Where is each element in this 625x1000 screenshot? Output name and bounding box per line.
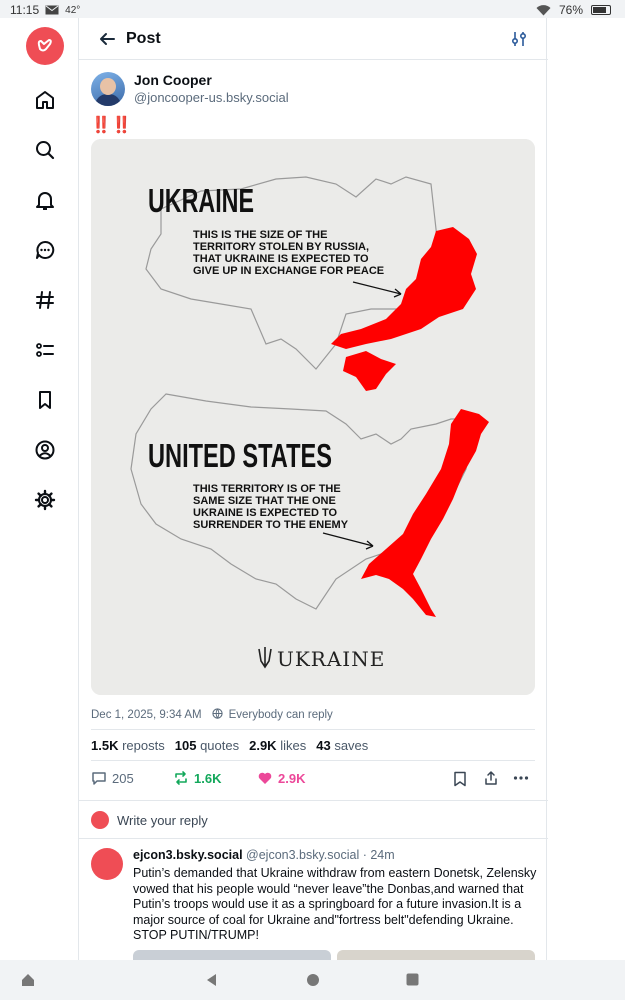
post-stats: 1.5K reposts 105 quotes 2.9K likes 43 sa… (91, 738, 368, 753)
caption-1-line-4: GIVE UP IN EXCHANGE FOR PEACE (193, 265, 384, 277)
caption-2-line-4: SURRENDER TO THE ENEMY (193, 519, 349, 531)
avatar[interactable] (91, 848, 123, 880)
avatar[interactable] (91, 72, 125, 106)
author-handle[interactable]: @joncooper-us.bsky.social (134, 90, 289, 105)
reply-post[interactable]: ejcon3.bsky.social @ejcon3.bsky.social ·… (79, 840, 548, 960)
reply-audience[interactable]: Everybody can reply (229, 709, 333, 721)
page-title: Post (126, 30, 161, 47)
author-name[interactable]: Jon Cooper (134, 72, 212, 88)
profile-icon (35, 440, 55, 460)
caption-2-line-3: UKRAINE IS EXPECTED TO (193, 507, 337, 519)
reply-composer-prompt[interactable]: Write your reply (79, 800, 548, 839)
caption-2-line-1: THIS TERRITORY IS OF THE (193, 483, 341, 495)
recents-square-icon[interactable] (406, 973, 419, 986)
nav-search[interactable] (32, 137, 58, 163)
quotes-stat[interactable]: 105 quotes (175, 738, 239, 753)
reply-count: 205 (112, 770, 134, 786)
post-date: Dec 1, 2025, 9:34 AM (91, 709, 202, 721)
nav-home[interactable] (32, 87, 58, 113)
likes-stat[interactable]: 2.9K likes (249, 738, 306, 753)
battery-percent: 76% (558, 3, 583, 17)
reply-button[interactable]: 205 (91, 770, 134, 786)
reply-time: · 24m (362, 848, 395, 862)
status-temperature: 42° (65, 4, 81, 16)
repost-button[interactable]: 1.6K (173, 770, 221, 786)
thread-column: Post Jon Cooper @joncooper-us.bsky.socia… (78, 18, 548, 960)
reply-media-preview[interactable] (133, 950, 535, 960)
left-nav-rail (0, 18, 78, 960)
home-icon (36, 91, 54, 109)
repost-count: 1.6K (194, 770, 222, 786)
caption-2-line-2: SAME SIZE THAT THE ONE (193, 495, 336, 507)
back-arrow-icon[interactable] (97, 29, 117, 49)
mail-icon (45, 5, 59, 15)
gear-icon (34, 489, 56, 511)
caption-1-line-3: THAT UKRAINE IS EXPECTED TO (193, 253, 369, 265)
bookmark-icon[interactable] (453, 771, 467, 787)
chat-icon (36, 240, 55, 259)
post-actions: 205 1.6K 2.9K (91, 770, 535, 790)
reply-placeholder: Write your reply (117, 813, 208, 828)
page-header: Post (79, 18, 548, 60)
app-window: Post Jon Cooper @joncooper-us.bsky.socia… (0, 18, 625, 960)
hashtag-icon (36, 291, 54, 309)
reply-author-name[interactable]: ejcon3.bsky.social (133, 848, 243, 862)
nav-profile[interactable] (32, 437, 58, 463)
hand-logo-icon (37, 39, 52, 52)
divider (91, 729, 535, 730)
heart-icon (258, 772, 272, 784)
nav-lists[interactable] (32, 337, 58, 363)
more-options-icon[interactable] (513, 772, 529, 784)
home-circle-icon[interactable] (306, 973, 320, 987)
nav-chat[interactable] (32, 237, 58, 263)
post-image[interactable]: UKRAINE THIS IS THE SIZE OF THE TERRITOR… (91, 139, 535, 695)
thread-settings-icon[interactable] (510, 30, 528, 48)
like-count: 2.9K (278, 770, 306, 786)
reply-icon (92, 772, 106, 785)
nav-notifications[interactable] (32, 187, 58, 213)
nav-feeds[interactable] (32, 287, 58, 313)
back-triangle-icon[interactable] (205, 973, 217, 987)
bookmark-icon (39, 391, 51, 409)
reply-author-handle[interactable]: @ejcon3.bsky.social (246, 848, 359, 862)
reply-header: ejcon3.bsky.social @ejcon3.bsky.social ·… (133, 848, 395, 862)
status-time: 11:15 (10, 3, 40, 17)
divider (91, 760, 535, 761)
heading-united-states: UNITED STATES (148, 437, 332, 474)
list-icon (36, 343, 54, 357)
post-meta: Dec 1, 2025, 9:34 AM Everybody can reply (91, 708, 333, 722)
nav-settings[interactable] (32, 487, 58, 513)
caption-1-line-2: TERRITORY STOLEN BY RUSSIA, (193, 241, 369, 253)
globe-icon (211, 708, 223, 722)
status-bar: 11:15 42° 76% (0, 0, 625, 18)
my-avatar (91, 811, 109, 829)
share-icon[interactable] (483, 770, 499, 786)
repost-icon (175, 771, 187, 785)
ukraine-logo-text: UKRAINE (277, 647, 385, 671)
reply-text: Putin’s demanded that Ukraine withdraw f… (133, 866, 537, 942)
like-button[interactable]: 2.9K (257, 770, 305, 786)
home-indicator-icon[interactable] (20, 972, 36, 988)
nav-saved[interactable] (32, 387, 58, 413)
system-nav-bar (0, 960, 625, 1000)
battery-icon (591, 5, 611, 15)
wifi-icon (536, 4, 551, 15)
post-text: ‼️‼️ (91, 117, 133, 134)
search-icon (36, 141, 55, 160)
app-logo[interactable] (26, 27, 64, 65)
saves-stat[interactable]: 43 saves (316, 738, 368, 753)
ukraine-vs-us-map-graphic: UKRAINE THIS IS THE SIZE OF THE TERRITOR… (91, 139, 535, 695)
reposts-stat[interactable]: 1.5K reposts (91, 738, 165, 753)
bell-icon (36, 192, 54, 210)
caption-1-line-1: THIS IS THE SIZE OF THE (193, 229, 327, 241)
heading-ukraine: UKRAINE (148, 182, 254, 219)
